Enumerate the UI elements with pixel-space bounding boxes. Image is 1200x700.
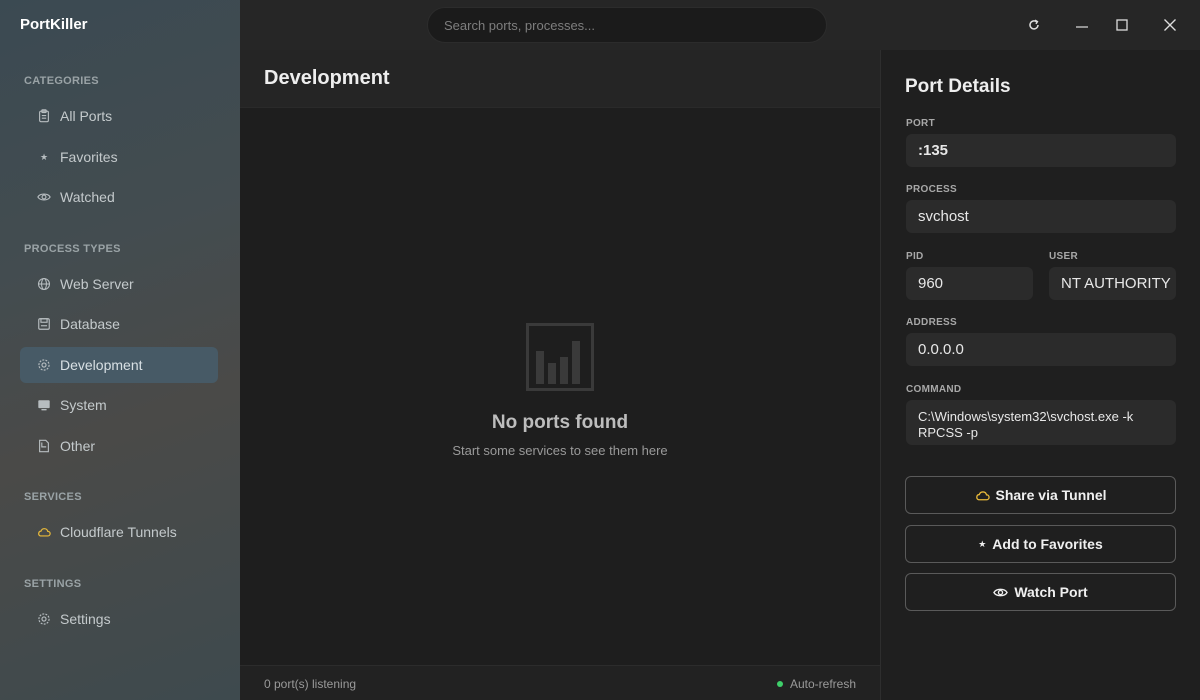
sidebar-item-development[interactable]: Development [20, 347, 218, 383]
section-label-settings: SETTINGS [24, 578, 82, 590]
command-label: COMMAND [906, 384, 962, 395]
favorite-label: Add to Favorites [992, 536, 1103, 552]
file-icon [36, 438, 52, 454]
status-bar: 0 port(s) listening Auto-refresh [240, 665, 880, 700]
watch-port-button[interactable]: Watch Port [905, 573, 1176, 611]
command-value: C:\Windows\system32\svchost.exe -k RPCSS… [906, 400, 1176, 445]
user-label: USER [1049, 251, 1078, 262]
sidebar-item-other[interactable]: Other [20, 428, 218, 464]
auto-refresh-label: Auto-refresh [789, 677, 856, 691]
top-bar [240, 0, 1200, 50]
section-label-services: SERVICES [24, 491, 82, 503]
section-label-process-types: PROCESS TYPES [24, 243, 121, 255]
gear-icon [36, 357, 52, 373]
share-via-tunnel-button[interactable]: Share via Tunnel [905, 476, 1176, 514]
sidebar-item-favorites[interactable]: ★ Favorites [20, 139, 218, 175]
sidebar-item-label: System [60, 397, 107, 413]
status-dot-icon [776, 681, 783, 687]
sidebar-item-label: Other [60, 438, 96, 454]
pid-label: PID [906, 251, 924, 262]
minimize-icon [1076, 26, 1088, 28]
sidebar-item-label: Cloudflare Tunnels [60, 524, 177, 540]
watch-label: Watch Port [1014, 584, 1088, 600]
port-value: :135 [906, 134, 1176, 167]
database-icon [36, 316, 52, 332]
sidebar-item-label: Database [60, 316, 120, 332]
main-header: Development [240, 50, 880, 108]
monitor-icon [36, 397, 52, 413]
section-label-categories: CATEGORIES [24, 75, 99, 87]
eye-icon [993, 585, 1009, 600]
sidebar-item-cloudflare-tunnels[interactable]: Cloudflare Tunnels [20, 514, 218, 550]
sidebar-item-label: Web Server [60, 276, 134, 292]
maximize-icon [1116, 19, 1128, 31]
sidebar-item-label: Favorites [60, 149, 118, 165]
search-input[interactable] [427, 7, 827, 43]
sidebar-item-label: All Ports [60, 108, 113, 124]
sidebar-item-settings[interactable]: Settings [20, 601, 218, 637]
star-icon: ★ [39, 151, 49, 162]
chart-icon [526, 323, 594, 391]
user-value: NT AUTHORITY [1049, 267, 1176, 300]
close-button[interactable] [1157, 12, 1183, 38]
clipboard-icon [36, 108, 52, 124]
minimize-button[interactable] [1069, 12, 1095, 38]
empty-state-title: No ports found [491, 412, 629, 433]
close-icon [1164, 19, 1176, 31]
sidebar-item-label: Settings [60, 611, 111, 627]
details-title: Port Details [905, 76, 1011, 97]
process-value: svchost [906, 200, 1176, 233]
app-title: PortKiller [20, 16, 88, 33]
sidebar-item-watched[interactable]: Watched [20, 179, 218, 215]
address-label: ADDRESS [906, 317, 957, 328]
process-label: PROCESS [906, 184, 958, 195]
eye-icon [36, 189, 52, 205]
share-label: Share via Tunnel [995, 487, 1107, 503]
sidebar: PortKiller CATEGORIES All Ports ★ Favori… [0, 0, 240, 700]
page-title: Development [264, 67, 390, 89]
pid-value: 960 [906, 267, 1033, 300]
port-list-area: No ports found Start some services to se… [240, 108, 880, 665]
sidebar-item-web-server[interactable]: Web Server [20, 266, 218, 302]
maximize-button[interactable] [1109, 12, 1135, 38]
port-count: 0 port(s) listening [264, 677, 357, 691]
sidebar-item-database[interactable]: Database [20, 306, 218, 342]
sidebar-item-label: Watched [60, 189, 115, 205]
auto-refresh-indicator[interactable]: Auto-refresh [776, 677, 856, 691]
cloud-icon [36, 524, 52, 540]
globe-icon [36, 276, 52, 292]
sidebar-item-all-ports[interactable]: All Ports [20, 98, 218, 134]
add-to-favorites-button[interactable]: ★ Add to Favorites [905, 525, 1176, 563]
sidebar-item-label: Development [60, 357, 143, 373]
empty-state-subtitle: Start some services to see them here [452, 443, 668, 458]
refresh-icon [1029, 19, 1039, 30]
star-icon: ★ [978, 538, 987, 549]
cloud-icon [975, 488, 990, 503]
port-details-panel: Port Details PORT :135 PROCESS svchost P… [880, 50, 1200, 700]
gear-icon [36, 611, 52, 627]
port-label: PORT [906, 118, 935, 129]
address-value: 0.0.0.0 [906, 333, 1176, 366]
sidebar-item-system[interactable]: System [20, 387, 218, 423]
refresh-button[interactable] [1021, 12, 1047, 38]
